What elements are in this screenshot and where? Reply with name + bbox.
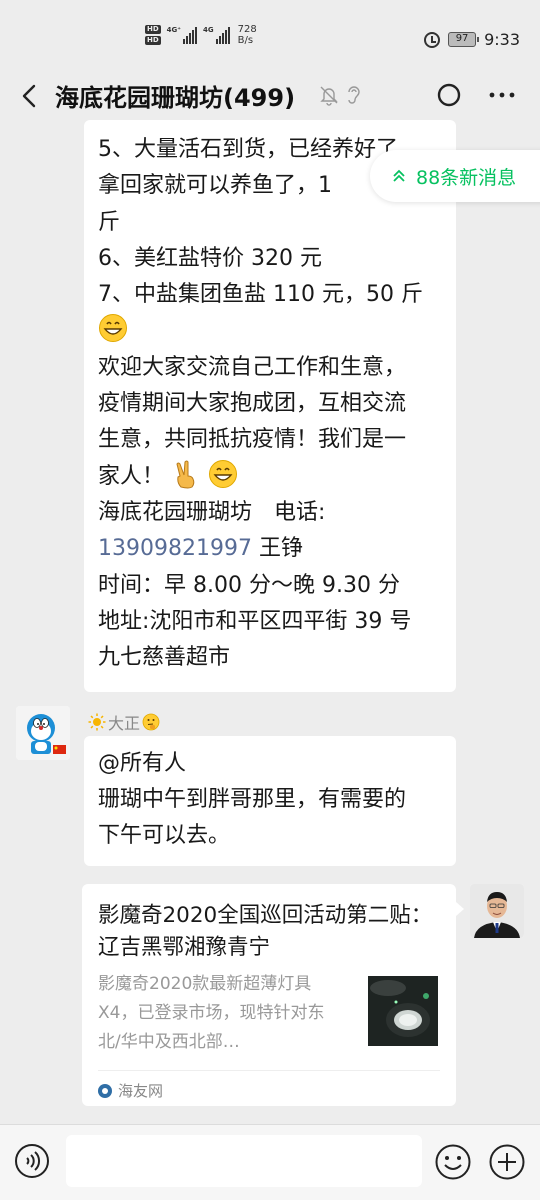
message-line: 欢迎大家交流自己工作和生意， <box>98 354 407 380</box>
new-messages-button[interactable]: 88条新消息 <box>370 150 540 202</box>
link-card-thumbnail <box>368 976 438 1046</box>
message-bubble[interactable]: @所有人 珊瑚中午到胖哥那里，有需要的 下午可以去。 <box>84 736 456 866</box>
message-line: 九七慈善超市 <box>98 645 231 671</box>
message-text: 王铮 <box>251 536 303 562</box>
sun-icon <box>88 713 106 731</box>
message-line: @所有人 <box>98 751 187 776</box>
divider <box>98 1070 440 1071</box>
message-input[interactable] <box>66 1135 422 1187</box>
emoji-icon[interactable] <box>434 1143 472 1181</box>
plus-icon[interactable] <box>488 1143 526 1181</box>
link-card-title: 影魔奇2020全国巡回活动第二贴： 辽吉黑鄂湘豫青宁 <box>98 903 433 960</box>
message-line: 13909821997 王铮 <box>98 531 456 567</box>
source-logo-icon <box>98 1083 112 1098</box>
status-bar: HD HD 4G⁺ 4G 728 B/s 97 9:33 <box>0 0 540 72</box>
voice-icon[interactable] <box>14 1143 50 1179</box>
message-line: 海底花园珊瑚坊 电话: <box>98 499 326 525</box>
hd-badge-2: HD <box>145 36 161 45</box>
input-bar <box>0 1124 540 1200</box>
mute-bell-icon <box>320 86 338 106</box>
message-line: 斤 <box>98 209 121 235</box>
link-card-description: 影魔奇2020款最新超薄灯具X4，已登录市场，现特针对东北/华中及西北部… <box>98 974 325 1052</box>
chat-title: 海底花园珊瑚坊(499) <box>55 84 296 112</box>
grin-emoji-icon <box>209 459 238 488</box>
thinking-emoji-icon <box>142 713 160 731</box>
double-chevron-up-icon <box>393 169 405 182</box>
sender-label: 大正 <box>108 714 141 733</box>
circle-icon[interactable] <box>436 82 462 108</box>
person-avatar-icon <box>470 884 524 938</box>
message-bubble-announcement[interactable]: 5、大量活石到货，已经养好了 拿回家就可以养鱼了，1 斤 6、美红盐特价 320… <box>84 120 456 692</box>
hd-badge-1: HD <box>145 25 161 34</box>
more-icon[interactable] <box>486 82 518 108</box>
ear-icon <box>348 86 360 104</box>
alarm-icon <box>424 31 441 48</box>
message-line: 疫情期间大家抱成团，互相交流 <box>98 391 407 417</box>
victory-hand-icon <box>176 460 195 489</box>
message-line: 下午可以去。 <box>98 823 231 848</box>
phone-link[interactable]: 13909821997 <box>98 536 252 561</box>
message-line: 7、中盐集团鱼盐 110 元，50 斤 <box>98 282 423 308</box>
message-line: 家人！ <box>98 459 456 495</box>
battery-icon: 97 <box>448 32 480 47</box>
message-line: 时间：早 8.00 分～晚 9.30 分 <box>98 572 400 598</box>
clock: 9:33 <box>484 30 520 49</box>
net-speed: 728 B/s <box>237 24 257 46</box>
message-line: 地址:沈阳市和平区四平街 39 号 <box>98 608 412 634</box>
avatar[interactable] <box>16 706 70 760</box>
signal-1-icon: 4G⁺ <box>167 26 197 44</box>
my-avatar[interactable] <box>470 884 524 938</box>
message-line-emoji <box>98 313 456 349</box>
link-card[interactable]: 影魔奇2020全国巡回活动第二贴： 辽吉黑鄂湘豫青宁 影魔奇2020款最新超薄灯… <box>82 884 464 1106</box>
network-indicators: HD HD 4G⁺ 4G 728 B/s <box>145 24 257 46</box>
message-line: 生意，共同抵抗疫情！我们是一 <box>98 427 407 453</box>
message-line: 6、美红盐特价 320 元 <box>98 245 322 271</box>
source-label: 海友网 <box>118 1082 164 1100</box>
doraemon-avatar-icon <box>16 706 70 760</box>
aquarium-light-thumbnail-icon <box>368 976 438 1046</box>
back-arrow-icon[interactable] <box>14 80 46 112</box>
grin-emoji-icon <box>99 314 127 343</box>
sender-name: 大正 <box>88 710 160 734</box>
signal-2-icon: 4G <box>203 26 230 44</box>
link-card-source: 海友网 <box>98 1080 163 1101</box>
new-messages-label: 88条新消息 <box>416 166 517 189</box>
chat-header: 海底花园珊瑚坊(499) <box>0 72 540 120</box>
message-line: 珊瑚中午到胖哥那里，有需要的 <box>98 787 407 812</box>
message-text: 家人！ <box>98 463 165 489</box>
